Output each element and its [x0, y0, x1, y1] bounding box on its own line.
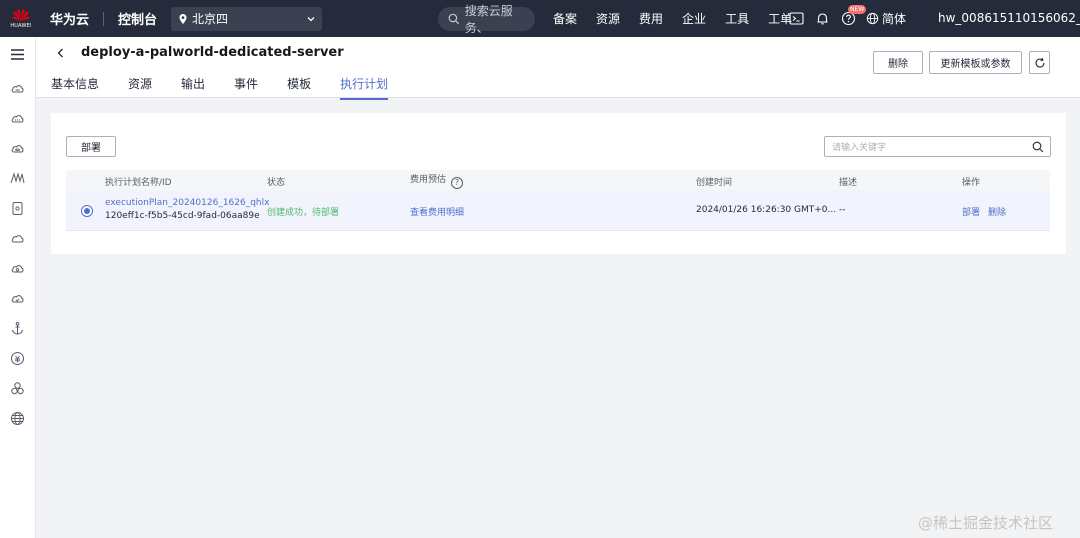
- keyword-placeholder: 请输入关键字: [832, 143, 887, 153]
- top-icon-group: NEW 简体: [788, 0, 906, 37]
- stack-detail-header: deploy-a-palworld-dedicated-server 基本信息 …: [36, 37, 1080, 100]
- watermark: @稀土掘金技术社区: [918, 514, 1054, 532]
- sidebar-item-cloud[interactable]: [9, 230, 26, 247]
- chevron-down-icon: [307, 16, 315, 21]
- nav-billing[interactable]: 费用: [639, 10, 663, 27]
- top-navigation-bar: HUAWEI 华为云 控制台 北京四 搜索云服务、 备案 资源 费用 企业 工具…: [0, 0, 1080, 37]
- service-sidebar: [0, 37, 36, 538]
- tab-execution-plans[interactable]: 执行计划: [340, 75, 389, 100]
- sidebar-item-deploy[interactable]: [9, 320, 26, 337]
- row-select-radio[interactable]: [81, 205, 93, 217]
- terminal-icon: [788, 12, 804, 25]
- nav-tools[interactable]: 工具: [725, 10, 749, 27]
- deploy-button[interactable]: 部署: [66, 136, 116, 157]
- search-icon: [448, 13, 460, 25]
- storage-icon: [12, 202, 23, 215]
- column-header-name: 执行计划名称/ID: [105, 178, 172, 188]
- sidebar-item-storage[interactable]: [9, 200, 26, 217]
- plan-id: 120eff1c-f5b5-45cd-9fad-06aa89e2679: [105, 211, 260, 221]
- three-circles-icon: [11, 382, 24, 395]
- sidebar-item-cloud-container[interactable]: [9, 110, 26, 127]
- column-header-created: 创建时间: [696, 178, 733, 188]
- cloud-icon: [11, 235, 24, 243]
- logo-text: HUAWEI: [10, 23, 32, 29]
- back-arrow-icon[interactable]: [55, 47, 67, 59]
- globe-icon: [866, 12, 879, 25]
- cost-details-link[interactable]: 查看费用明细: [410, 205, 464, 218]
- sidebar-item-modelarts[interactable]: [9, 170, 26, 187]
- language-switcher[interactable]: 简体: [866, 10, 906, 27]
- sidebar-item-global[interactable]: [9, 410, 26, 427]
- help-icon[interactable]: ?: [451, 177, 464, 189]
- top-nav-links: 备案 资源 费用 企业 工具 工单: [553, 0, 811, 37]
- column-header-description: 描述: [839, 178, 858, 188]
- sidebar-item-org[interactable]: [9, 380, 26, 397]
- column-header-cost: 费用预估?: [410, 172, 464, 189]
- refresh-button[interactable]: [1029, 51, 1050, 74]
- user-account[interactable]: hw_008615110156062_01: [938, 0, 1080, 37]
- nav-enterprise[interactable]: 企业: [682, 10, 706, 27]
- tab-template[interactable]: 模板: [287, 75, 311, 100]
- sidebar-item-billing[interactable]: [9, 350, 26, 367]
- help-button[interactable]: NEW: [840, 4, 867, 27]
- globe-icon: [11, 412, 24, 425]
- tab-resources[interactable]: 资源: [128, 75, 152, 100]
- new-badge: NEW: [848, 4, 867, 14]
- service-search[interactable]: 搜索云服务、: [438, 4, 535, 35]
- column-header-status: 状态: [267, 178, 286, 188]
- row-deploy-link[interactable]: 部署: [962, 205, 980, 218]
- location-pin-icon: [179, 13, 187, 24]
- tab-basic-info[interactable]: 基本信息: [51, 75, 99, 100]
- execution-plan-panel: 部署 请输入关键字 执行计划名称/ID 状态 费用预估? 创建时间 描述 操作 …: [51, 113, 1066, 254]
- nav-filing[interactable]: 备案: [553, 10, 577, 27]
- sidebar-item-cloud-security[interactable]: [9, 290, 26, 307]
- search-placeholder: 搜索云服务、: [464, 4, 513, 35]
- detail-tabs: 基本信息 资源 输出 事件 模板 执行计划: [51, 75, 417, 100]
- sidebar-item-cloud-server[interactable]: [9, 80, 26, 97]
- refresh-icon: [1035, 57, 1045, 68]
- cloud-server-icon: [11, 85, 24, 93]
- region-selector[interactable]: 北京四: [171, 6, 323, 31]
- sidebar-item-cloud-network[interactable]: [9, 260, 26, 277]
- cost-header-label: 费用预估: [410, 175, 447, 185]
- cloud-dots-icon: [11, 115, 24, 123]
- brand-name[interactable]: 华为云: [50, 9, 89, 28]
- tab-events[interactable]: 事件: [234, 75, 258, 100]
- language-label: 简体: [882, 12, 907, 26]
- page-title: deploy-a-palworld-dedicated-server: [81, 45, 344, 60]
- anchor-icon: [12, 322, 23, 335]
- menu-toggle[interactable]: [9, 46, 26, 63]
- status-text: 创建成功，待部署: [267, 208, 340, 218]
- huawei-flower-icon: [12, 9, 30, 21]
- sidebar-item-cloud-database[interactable]: [9, 140, 26, 157]
- notifications-button[interactable]: [814, 11, 830, 27]
- search-icon[interactable]: [1032, 141, 1044, 153]
- plan-name-link[interactable]: executionPlan_20240126_1626_qhlx: [105, 198, 269, 208]
- update-template-button[interactable]: 更新模板或参数: [929, 51, 1022, 74]
- divider: [103, 11, 105, 26]
- description-text: --: [839, 205, 846, 215]
- created-time: 2024/01/26 16:26:30 GMT+0...: [696, 205, 837, 215]
- cloud-check-icon: [11, 295, 24, 303]
- cloud-network-icon: [11, 265, 24, 273]
- nav-resources[interactable]: 资源: [596, 10, 620, 27]
- keyword-search-input[interactable]: 请输入关键字: [824, 136, 1051, 157]
- delete-stack-button[interactable]: 删除: [873, 51, 923, 74]
- table-row[interactable]: executionPlan_20240126_1626_qhlx 120eff1…: [66, 190, 1050, 231]
- cloud-database-icon: [11, 145, 24, 153]
- cloud-shell-button[interactable]: [788, 11, 804, 27]
- hamburger-menu-icon: [11, 49, 24, 60]
- column-header-actions: 操作: [962, 178, 981, 188]
- row-delete-link[interactable]: 删除: [988, 205, 1006, 218]
- region-label: 北京四: [192, 12, 229, 26]
- tab-outputs[interactable]: 输出: [181, 75, 205, 100]
- huawei-logo[interactable]: HUAWEI: [0, 0, 42, 37]
- console-link[interactable]: 控制台: [118, 9, 157, 28]
- bell-icon: [817, 13, 827, 25]
- table-header: 执行计划名称/ID 状态 费用预估? 创建时间 描述 操作: [66, 170, 1050, 190]
- billing-icon: [11, 352, 24, 365]
- mountain-wave-icon: [10, 172, 25, 184]
